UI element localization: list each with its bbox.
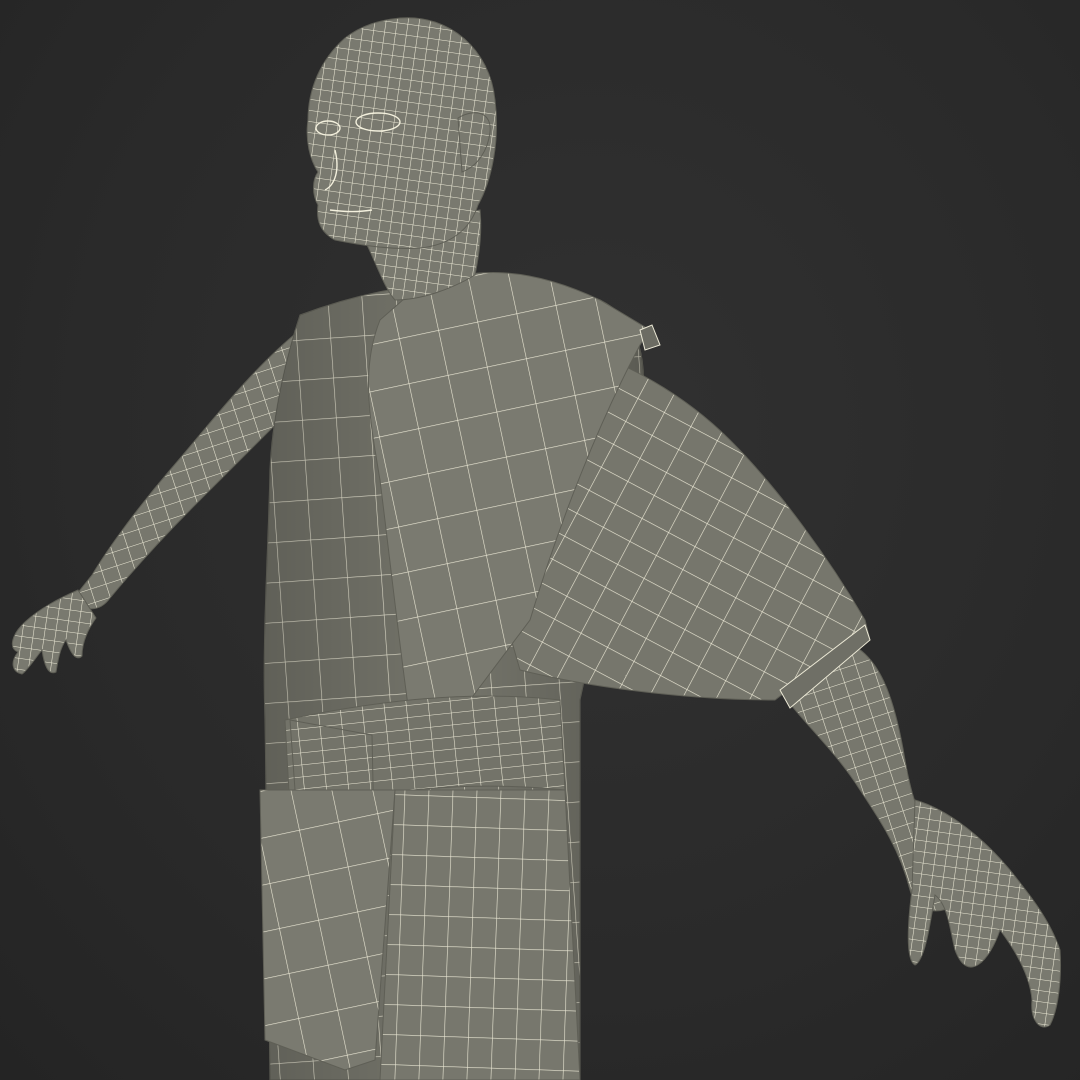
left-arm (11, 328, 301, 675)
render-viewport (0, 0, 1080, 1080)
right-arm (779, 639, 1061, 1028)
robe-skirt (379, 789, 581, 1080)
head (306, 17, 497, 249)
left-hand (11, 589, 97, 675)
belt-tail (259, 789, 396, 1071)
wireframe-figure-render (11, 17, 1061, 1080)
right-hand (907, 799, 1061, 1028)
